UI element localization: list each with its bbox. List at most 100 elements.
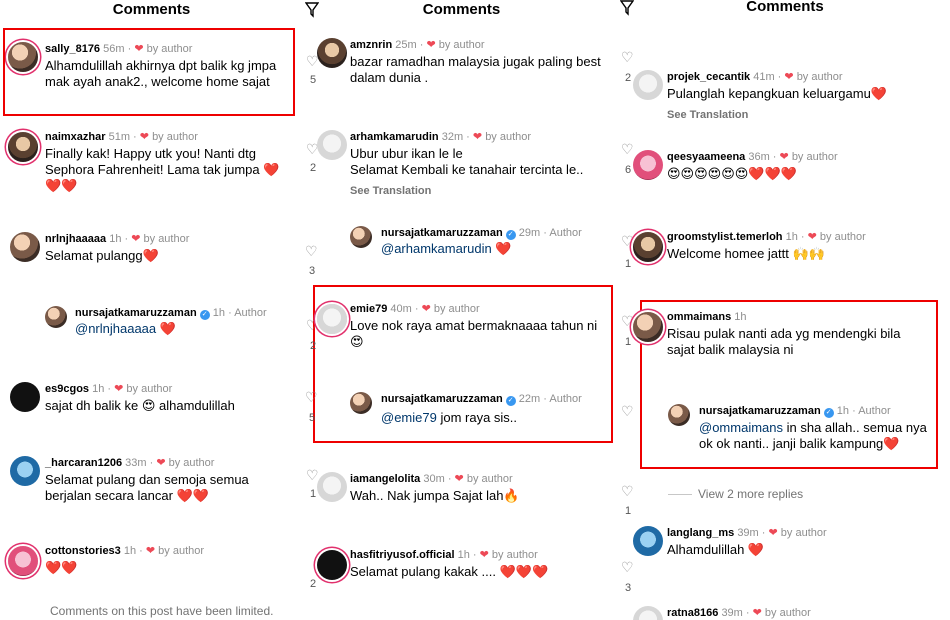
comment-time: 30m [423, 473, 445, 485]
avatar[interactable] [10, 232, 40, 262]
mention-link[interactable]: @nrlnjhaaaaa [75, 321, 156, 336]
avatar[interactable] [317, 304, 347, 334]
view-more-replies-button[interactable]: View 2 more replies [668, 487, 803, 501]
like-count: 3 [309, 265, 316, 277]
comment-time: 1h [734, 311, 747, 323]
comment-text: Welcome homee jattt 🙌🙌 [667, 246, 825, 261]
comment-time: 41m [753, 71, 775, 83]
username[interactable]: nursajatkamaruzzaman [75, 307, 197, 319]
comment-meta: arhamkamarudin 32m · ❤ by author [350, 131, 532, 143]
avatar[interactable] [317, 472, 347, 502]
like-heart-icon[interactable]: ♡ [621, 404, 634, 418]
like-count: 3 [625, 582, 632, 594]
by-author-label: by author [143, 233, 190, 245]
username[interactable]: emie79 [350, 303, 387, 315]
heart-icon: ❤ [421, 303, 431, 315]
like-count: 2 [310, 340, 317, 352]
username[interactable]: groomstylist.temerloh [667, 231, 783, 243]
see-translation-link[interactable]: See Translation [667, 109, 748, 121]
username[interactable]: es9cgos [45, 383, 89, 395]
heart-icon: ❤ [752, 607, 762, 619]
comment-text: Selamat pulang kakak .... ❤️❤️❤️ [350, 564, 549, 579]
comment-time: 1h [109, 233, 122, 245]
username[interactable]: amznrin [350, 39, 392, 51]
comment-text: Wah.. Nak jumpa Sajat lah🔥 [350, 488, 520, 503]
like-heart-icon[interactable]: ♡ [621, 560, 634, 574]
mention-link[interactable]: @arhamkamarudin [381, 241, 492, 256]
comment-text: Pulanglah kepangkuan keluargamu❤️ [667, 86, 888, 101]
username[interactable]: nrlnjhaaaaa [45, 233, 106, 245]
username[interactable]: naimxazhar [45, 131, 106, 143]
heart-icon: ❤ [426, 39, 436, 51]
like-heart-icon[interactable]: ♡ [621, 314, 634, 328]
comments-limited-notice: Comments on this post have been limited. [50, 604, 274, 618]
by-author-label: by author [780, 527, 827, 539]
username[interactable]: nursajatkamaruzzaman [699, 405, 821, 417]
page-title: Comments [112, 1, 191, 18]
comment-meta: groomstylist.temerloh 1h · ❤ by author [667, 231, 866, 243]
like-heart-icon[interactable]: ♡ [621, 50, 634, 64]
avatar[interactable] [8, 132, 38, 162]
comment-meta: naimxazhar 51m · ❤ by author [45, 131, 198, 143]
username[interactable]: hasfitriyusof.official [350, 549, 455, 561]
like-count: 6 [625, 164, 632, 176]
avatar[interactable] [668, 404, 690, 426]
reply-time: 1h [212, 307, 226, 319]
mention-link[interactable]: @emie79 [381, 410, 437, 425]
avatar[interactable] [633, 150, 663, 180]
avatar[interactable] [350, 226, 372, 248]
like-heart-icon[interactable]: ♡ [621, 484, 634, 498]
avatar[interactable] [633, 70, 663, 100]
by-author-label: by author [796, 71, 843, 83]
heart-icon: ❤ [131, 233, 141, 245]
heart-icon: ❤ [779, 151, 789, 163]
like-heart-icon[interactable]: ♡ [621, 234, 634, 248]
avatar[interactable] [633, 526, 663, 556]
comment-meta: iamangelolita 30m · ❤ by author [350, 473, 513, 485]
like-heart-icon[interactable]: ♡ [305, 390, 318, 404]
reply-body: ❤️ [156, 321, 176, 336]
comment-text: Risau pulak nanti ada yg mendengki bila … [667, 326, 901, 357]
avatar[interactable] [45, 306, 67, 328]
username[interactable]: _harcaran1206 [45, 457, 122, 469]
comment-meta: es9cgos 1h · ❤ by author [45, 383, 173, 395]
username[interactable]: langlang_ms [667, 527, 734, 539]
username[interactable]: iamangelolita [350, 473, 420, 485]
like-count: 1 [625, 258, 632, 270]
avatar[interactable] [10, 456, 40, 486]
like-count: 1 [310, 488, 317, 500]
avatar[interactable] [10, 382, 40, 412]
avatar[interactable] [317, 550, 347, 580]
like-heart-icon[interactable]: ♡ [621, 142, 634, 156]
username[interactable]: projek_cecantik [667, 71, 750, 83]
see-translation-link[interactable]: See Translation [350, 185, 431, 197]
reply-time: 29m [518, 227, 541, 239]
username[interactable]: nursajatkamaruzzaman [381, 393, 503, 405]
username[interactable]: ommaimans [667, 311, 731, 323]
like-count: 2 [310, 578, 317, 590]
like-heart-icon[interactable]: ♡ [306, 468, 319, 482]
username[interactable]: cottonstories3 [45, 545, 121, 557]
by-author-label: by author [152, 131, 198, 143]
username[interactable]: arhamkamarudin [350, 131, 439, 143]
avatar[interactable] [317, 130, 347, 160]
username[interactable]: qeesyaameena [667, 151, 745, 163]
heart-icon: ❤ [807, 231, 817, 243]
reply-text: @nrlnjhaaaaa ❤️ [75, 321, 295, 337]
reply-body: ❤️ [491, 241, 512, 256]
reply-text: @emie79 jom raya sis.. [381, 410, 601, 426]
avatar[interactable] [633, 606, 663, 620]
comments-panel-2: Comments ♡ 5 amznrin 25m · ❤ by author b… [303, 0, 620, 620]
avatar[interactable] [317, 38, 347, 68]
comment-meta: cottonstories3 1h · ❤ by author [45, 545, 205, 557]
comment-meta: nrlnjhaaaaa 1h · ❤ by author [45, 233, 190, 245]
avatar[interactable] [633, 312, 663, 342]
avatar[interactable] [633, 232, 663, 262]
username[interactable]: ratna8166 [667, 607, 718, 619]
username[interactable]: nursajatkamaruzzaman [381, 227, 503, 239]
author-label: Author [858, 405, 891, 417]
like-heart-icon[interactable]: ♡ [305, 244, 318, 258]
avatar[interactable] [8, 546, 38, 576]
mention-link[interactable]: @ommaimans [699, 420, 783, 435]
avatar[interactable] [350, 392, 372, 414]
